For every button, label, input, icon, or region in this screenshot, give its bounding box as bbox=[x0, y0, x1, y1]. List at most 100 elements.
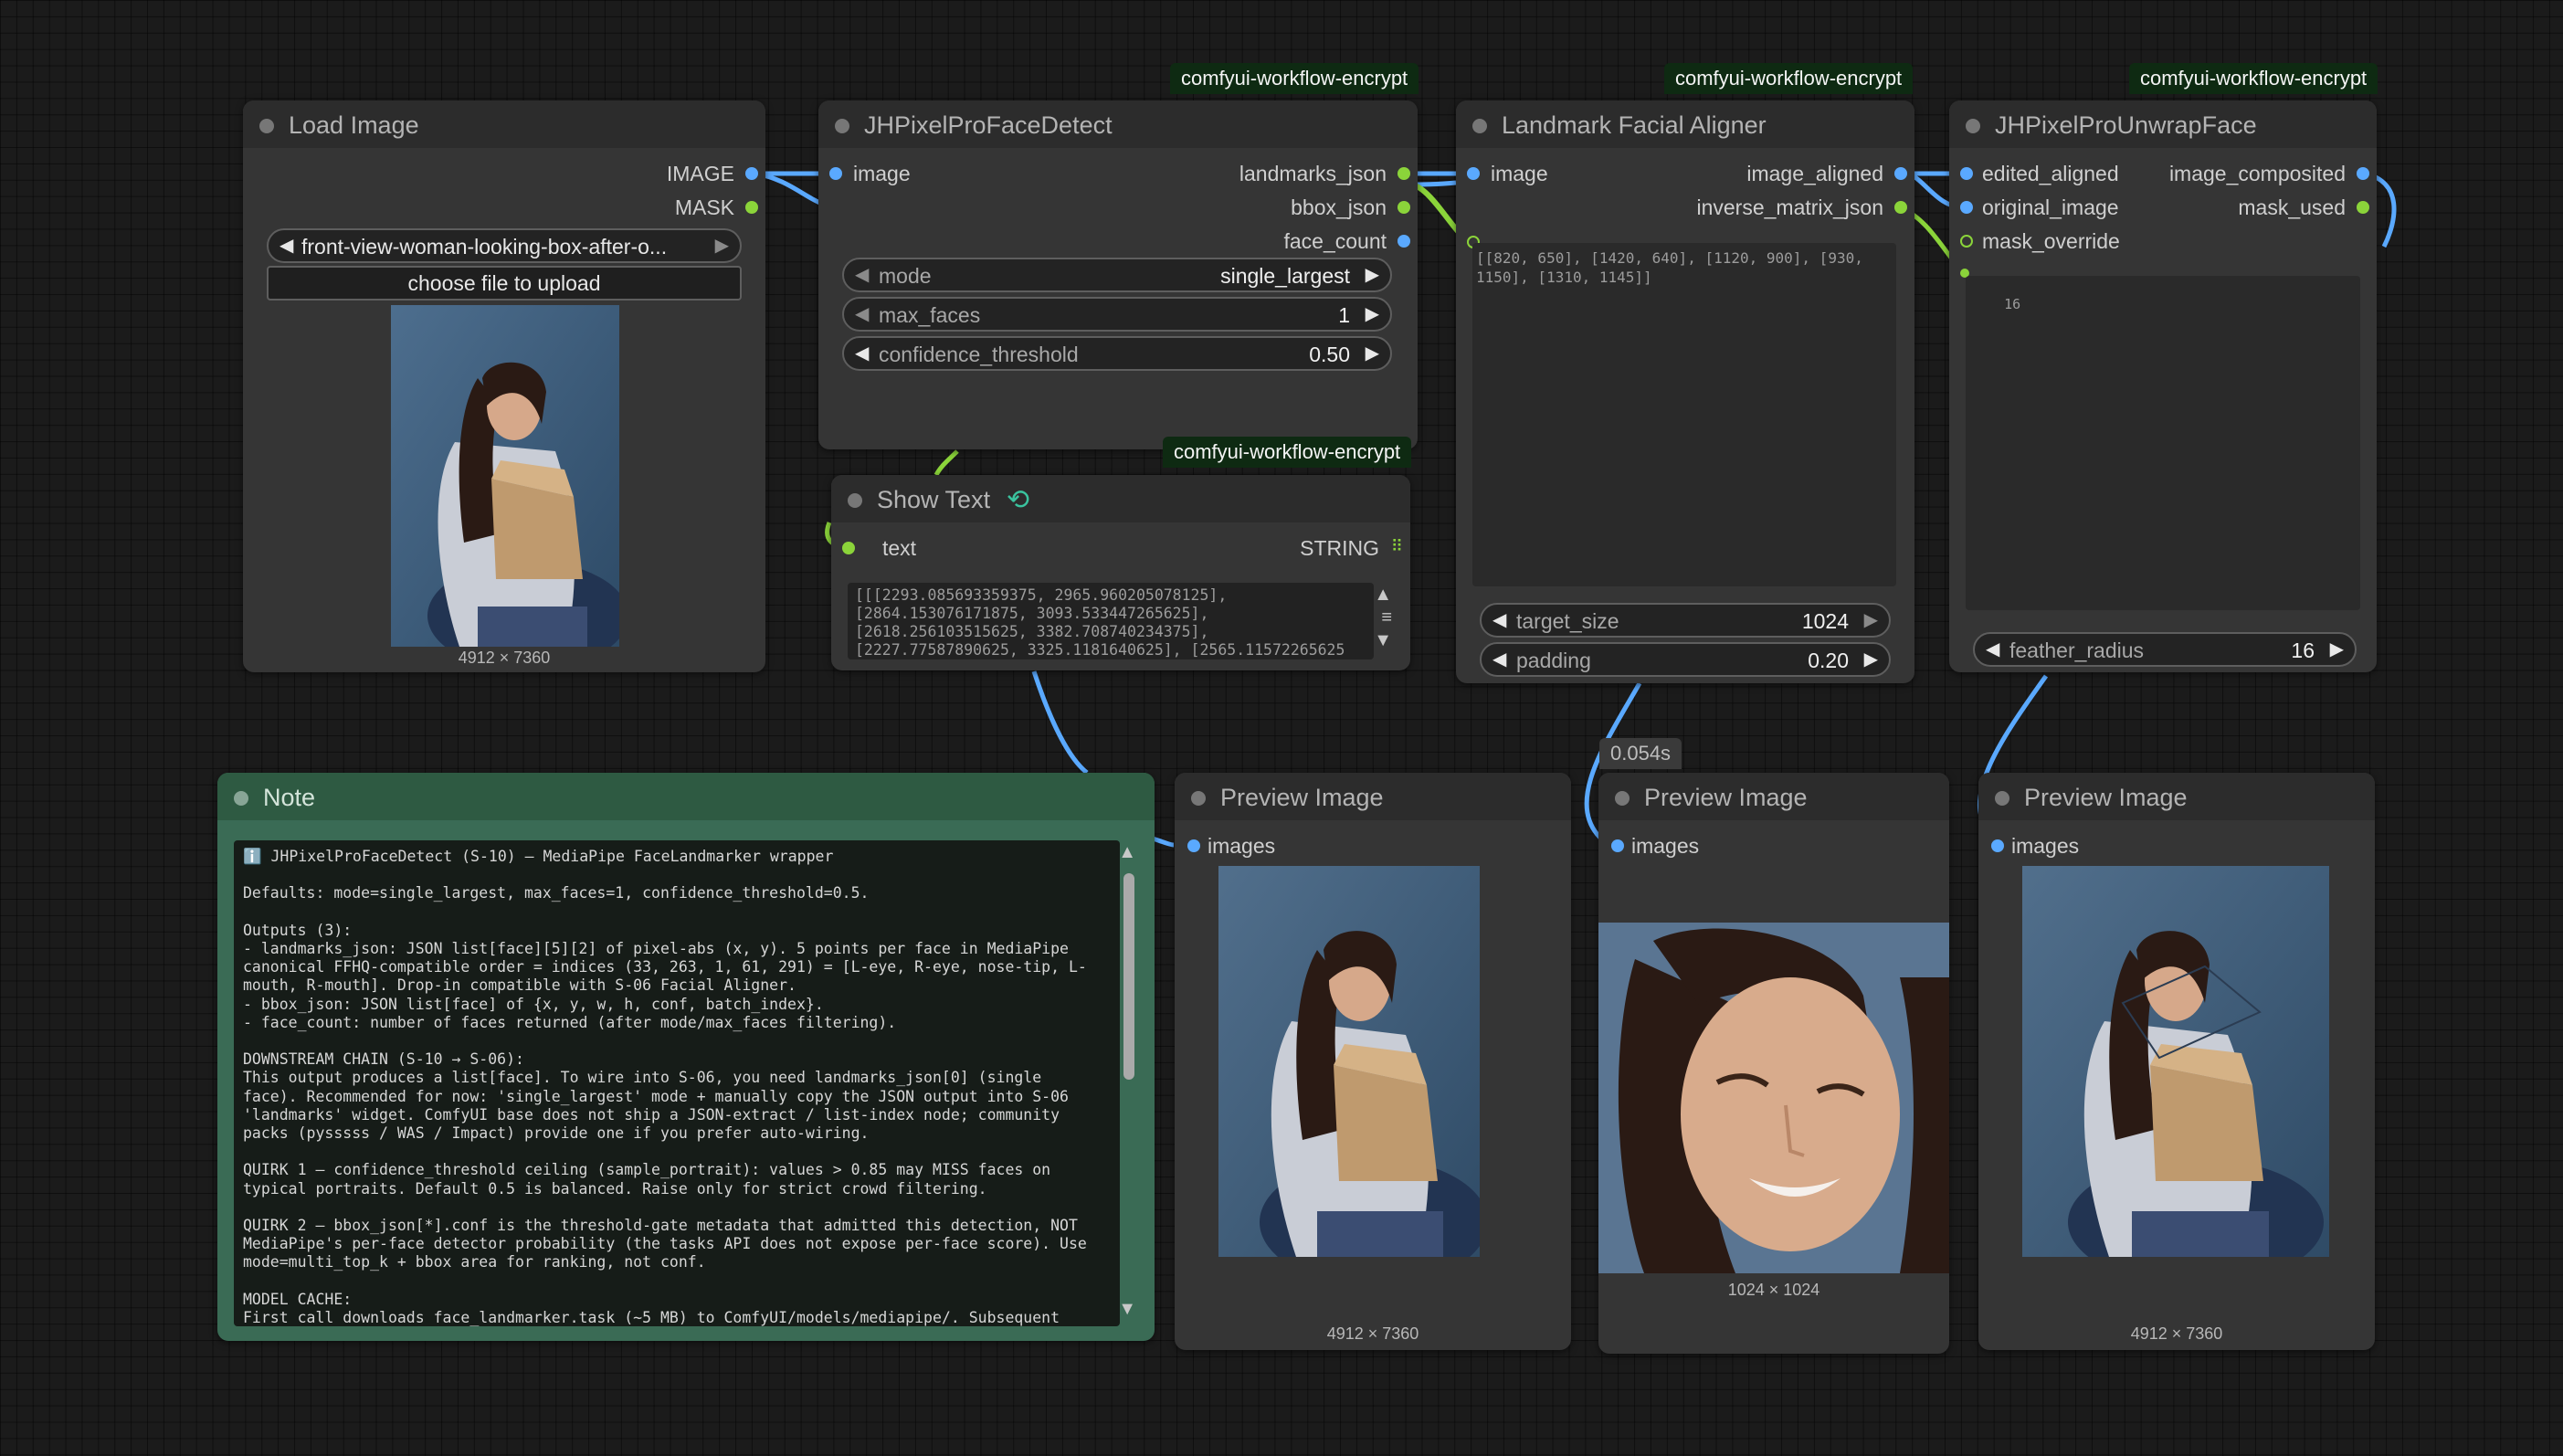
landmarks-textarea[interactable]: [[820, 650], [1420, 640], [1120, 900], [… bbox=[1472, 243, 1896, 586]
landmark-aligner-node[interactable]: Landmark Facial Aligner image image_alig… bbox=[1456, 100, 1914, 683]
increment-icon[interactable]: ▶ bbox=[2330, 638, 2344, 660]
preview-image-3 bbox=[2022, 866, 2329, 1257]
widget-value: single_largest bbox=[1220, 264, 1350, 288]
input-images-socket[interactable] bbox=[1991, 839, 2004, 852]
collapse-dot[interactable] bbox=[1966, 119, 1980, 133]
input-edited-aligned-socket[interactable] bbox=[1960, 167, 1973, 180]
collapse-dot[interactable] bbox=[259, 119, 274, 133]
output-mask-used-socket[interactable] bbox=[2357, 201, 2369, 214]
node-header[interactable]: Preview Image bbox=[1175, 773, 1571, 820]
output-image-composited-socket[interactable] bbox=[2357, 167, 2369, 180]
decrement-icon[interactable]: ◀ bbox=[1492, 648, 1506, 670]
increment-icon[interactable]: ▶ bbox=[1366, 342, 1379, 364]
collapse-dot[interactable] bbox=[1191, 791, 1206, 806]
collapse-dot[interactable] bbox=[1995, 791, 2009, 806]
target-size-widget[interactable]: ◀ target_size 1024 ▶ bbox=[1480, 603, 1891, 638]
output-mask-socket[interactable] bbox=[745, 201, 758, 214]
scroll-down-icon[interactable]: ▼ bbox=[1118, 1299, 1136, 1320]
collapse-dot[interactable] bbox=[848, 493, 862, 508]
show-text-output[interactable]: [[[2293.085693359375, 2965.960205078125]… bbox=[848, 583, 1374, 659]
input-images-socket[interactable] bbox=[1611, 839, 1624, 852]
node-title: Preview Image bbox=[1220, 784, 1384, 811]
collapse-dot[interactable] bbox=[1615, 791, 1630, 806]
encrypt-badge-unwrap: comfyui-workflow-encrypt bbox=[2129, 63, 2378, 94]
node-header[interactable]: Preview Image bbox=[1598, 773, 1949, 820]
node-header[interactable]: Show Text ⟲ bbox=[831, 475, 1410, 522]
encrypt-badge-face-detect: comfyui-workflow-encrypt bbox=[1170, 63, 1419, 94]
decrement-icon[interactable]: ◀ bbox=[855, 302, 869, 325]
preview-image-node-2[interactable]: Preview Image images 1024 × 1024 bbox=[1598, 773, 1949, 1354]
input-original-image-socket[interactable] bbox=[1960, 201, 1973, 214]
increment-icon[interactable]: ▶ bbox=[1366, 302, 1379, 325]
collapse-dot[interactable] bbox=[835, 119, 849, 133]
widget-label: target_size bbox=[1516, 609, 1619, 633]
scroll-handle-icon[interactable]: ≡ bbox=[1381, 607, 1392, 628]
load-image-node[interactable]: Load Image IMAGE MASK ◀ front-view-woman… bbox=[243, 100, 765, 672]
input-original-image-label: original_image bbox=[1982, 195, 2119, 219]
increment-icon[interactable]: ▶ bbox=[1864, 648, 1878, 670]
next-arrow-icon[interactable]: ▶ bbox=[715, 234, 729, 257]
note-scrollbar[interactable] bbox=[1123, 873, 1134, 1080]
node-header[interactable]: Preview Image bbox=[1978, 773, 2375, 820]
input-image-label: image bbox=[853, 162, 911, 185]
preview-image-1 bbox=[1218, 866, 1480, 1257]
widget-label: padding bbox=[1516, 649, 1591, 672]
node-header[interactable]: Landmark Facial Aligner bbox=[1456, 100, 1914, 148]
input-images-socket[interactable] bbox=[1187, 839, 1200, 852]
node-title: Show Text bbox=[877, 486, 991, 513]
node-title: Preview Image bbox=[2024, 784, 2188, 811]
padding-widget[interactable]: ◀ padding 0.20 ▶ bbox=[1480, 642, 1891, 677]
confidence-threshold-widget[interactable]: ◀ confidence_threshold 0.50 ▶ bbox=[842, 336, 1392, 371]
input-image-socket[interactable] bbox=[1467, 167, 1480, 180]
encrypt-badge-show-text: comfyui-workflow-encrypt bbox=[1163, 437, 1412, 468]
input-image-label: image bbox=[1491, 162, 1548, 185]
output-face-count-socket[interactable] bbox=[1398, 235, 1410, 248]
decrement-icon[interactable]: ◀ bbox=[855, 342, 869, 364]
preview-image-node-3[interactable]: Preview Image images 4912 × 7360 bbox=[1978, 773, 2375, 1350]
upload-button[interactable]: choose file to upload bbox=[267, 266, 742, 301]
next-arrow-icon[interactable]: ▶ bbox=[1366, 263, 1379, 286]
widget-label: max_faces bbox=[879, 303, 981, 327]
increment-icon[interactable]: ▶ bbox=[1864, 608, 1878, 631]
decrement-icon[interactable]: ◀ bbox=[1492, 608, 1506, 631]
encrypt-badge-aligner: comfyui-workflow-encrypt bbox=[1664, 63, 1914, 94]
preview-image-node-1[interactable]: Preview Image images 4912 × 7360 bbox=[1175, 773, 1571, 1350]
image-file-combo[interactable]: ◀ front-view-woman-looking-box-after-o..… bbox=[267, 228, 742, 263]
node-header[interactable]: Load Image bbox=[243, 100, 765, 148]
output-image-socket[interactable] bbox=[745, 167, 758, 180]
output-image-aligned-socket[interactable] bbox=[1894, 167, 1907, 180]
output-inverse-matrix-socket[interactable] bbox=[1894, 201, 1907, 214]
scroll-up-icon[interactable]: ▲ bbox=[1118, 842, 1136, 863]
output-landmarks-socket[interactable] bbox=[1398, 167, 1410, 180]
mode-widget[interactable]: ◀ mode single_largest ▶ bbox=[842, 258, 1392, 292]
prev-arrow-icon[interactable]: ◀ bbox=[280, 234, 293, 257]
feather-radius-widget[interactable]: ◀ feather_radius 16 ▶ bbox=[1973, 632, 2357, 667]
node-header[interactable]: Note bbox=[217, 773, 1155, 820]
node-title: Landmark Facial Aligner bbox=[1502, 111, 1767, 139]
prev-arrow-icon[interactable]: ◀ bbox=[855, 263, 869, 286]
refresh-icon[interactable]: ⟲ bbox=[1007, 484, 1029, 516]
input-mask-override-socket[interactable] bbox=[1960, 235, 1973, 248]
scroll-up-icon[interactable]: ▲ bbox=[1374, 585, 1392, 606]
face-detect-node[interactable]: JHPixelProFaceDetect image landmarks_jso… bbox=[818, 100, 1418, 449]
output-bbox-socket[interactable] bbox=[1398, 201, 1410, 214]
loaded-image-preview bbox=[391, 305, 619, 647]
max-faces-widget[interactable]: ◀ max_faces 1 ▶ bbox=[842, 297, 1392, 332]
image-dimensions: 4912 × 7360 bbox=[458, 649, 551, 667]
input-image-socket[interactable] bbox=[829, 167, 842, 180]
node-header[interactable]: JHPixelProFaceDetect bbox=[818, 100, 1418, 148]
note-node[interactable]: Note ℹ️ JHPixelProFaceDetect (S-10) — Me… bbox=[217, 773, 1155, 1341]
input-images-label: images bbox=[1208, 834, 1276, 858]
node-header[interactable]: JHPixelProUnwrapFace bbox=[1949, 100, 2377, 148]
input-text-socket[interactable] bbox=[842, 542, 855, 554]
decrement-icon[interactable]: ◀ bbox=[1986, 638, 1999, 660]
show-text-node[interactable]: Show Text ⟲ text STRING ⠿ [[[2293.085693… bbox=[831, 475, 1410, 670]
widget-value: 16 bbox=[2291, 638, 2315, 662]
unwrap-face-node[interactable]: JHPixelProUnwrapFace edited_aligned orig… bbox=[1949, 100, 2377, 672]
collapse-dot[interactable] bbox=[234, 791, 248, 806]
scroll-down-icon[interactable]: ▼ bbox=[1374, 630, 1392, 651]
note-text[interactable]: ℹ️ JHPixelProFaceDetect (S-10) — MediaPi… bbox=[234, 840, 1120, 1326]
unwrap-preview-area: 16 bbox=[1966, 276, 2360, 610]
grid-socket-icon[interactable]: ⠿ bbox=[1391, 537, 1403, 556]
collapse-dot[interactable] bbox=[1472, 119, 1487, 133]
